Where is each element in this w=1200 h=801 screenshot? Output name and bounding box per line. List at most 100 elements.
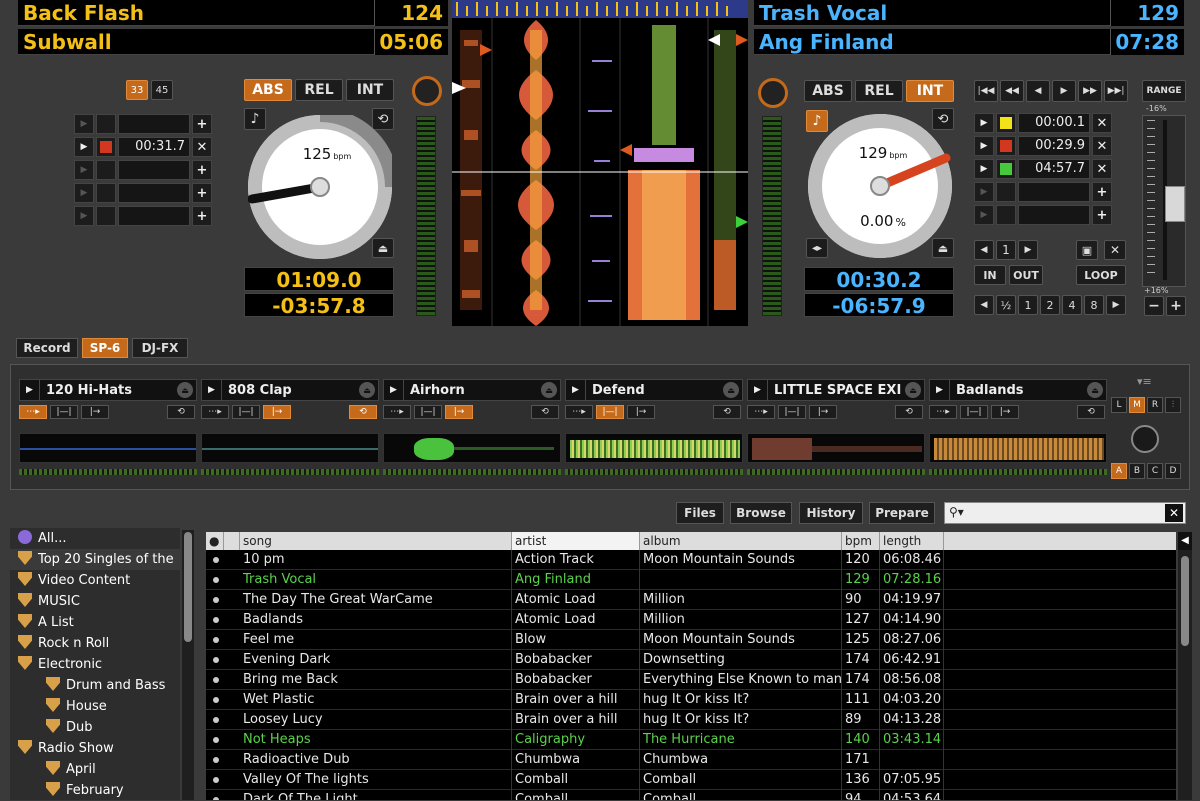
cue-play-button[interactable]: ▶ [974,136,994,156]
cue-play-button[interactable]: ▶ [74,160,94,180]
cue-add-button[interactable]: + [192,114,212,134]
play-icon[interactable]: ▶ [748,380,768,400]
loop-icon[interactable]: ⟲ [1077,405,1105,419]
cue-add-button[interactable]: + [192,206,212,226]
bank-b-button[interactable]: B [1129,463,1145,479]
fast-forward-icon[interactable]: ▶▶ [1078,80,1102,102]
cue-play-button[interactable]: ▶ [74,206,94,226]
column-header[interactable]: length [880,532,944,550]
sampler-output-icon[interactable]: ⫶ [1165,397,1181,413]
cue-delete-button[interactable]: ✕ [192,137,212,157]
cue-add-button[interactable]: + [192,183,212,203]
sampler-volume-knob[interactable] [1131,425,1159,453]
pitch-slider-handle[interactable] [1165,186,1185,222]
search-box[interactable]: ⚲▾ ✕ [944,502,1186,524]
one-shot-icon[interactable]: |→ [991,405,1019,419]
cue-play-button[interactable]: ▶ [974,159,994,179]
loop-icon[interactable]: ⟲ [531,405,559,419]
right-abs-button[interactable]: ABS [804,80,852,102]
cue-add-button[interactable]: + [192,160,212,180]
cue-play-button[interactable]: ▶ [974,205,994,225]
beat-1-button[interactable]: 1 [1018,295,1038,315]
center-waveform-display[interactable] [452,0,748,326]
table-row[interactable]: Valley Of The lights Comball Comball 136 07:… [206,770,1176,790]
column-header[interactable]: artist [512,532,640,550]
tree-item[interactable]: Radio Show [10,738,180,759]
column-header[interactable]: bpm [842,532,880,550]
eject-icon[interactable]: ⏏ [359,382,375,398]
right-nudge-button[interactable]: ◂▸ [806,238,828,258]
beat-2-button[interactable]: 2 [1040,295,1060,315]
one-shot-icon[interactable]: |→ [81,405,109,419]
beat-4-button[interactable]: 4 [1062,295,1082,315]
cue-play-button[interactable]: ▶ [74,183,94,203]
one-shot-icon[interactable]: |→ [445,405,473,419]
column-header[interactable] [224,532,240,550]
back-icon[interactable]: ◀ [1026,80,1050,102]
pitch-plus-button[interactable]: + [1166,296,1186,316]
tree-item[interactable]: Dub [10,717,180,738]
sampler-menu-icon[interactable]: ▾≡ [1137,375,1152,388]
tab-sp6[interactable]: SP-6 [82,338,128,358]
eject-icon[interactable]: ⏏ [1087,382,1103,398]
right-rel-button[interactable]: REL [855,80,903,102]
one-shot-icon[interactable]: |→ [627,405,655,419]
tree-item[interactable]: Top 20 Singles of the [10,549,180,570]
cue-play-button[interactable]: ▶ [74,137,94,157]
tree-item[interactable]: Drum and Bass [10,675,180,696]
browse-button[interactable]: Browse [730,502,792,524]
cue-delete-button[interactable]: ✕ [1092,113,1112,133]
right-int-button[interactable]: INT [906,80,954,102]
column-header[interactable]: ● [206,532,224,550]
table-row[interactable]: Feel me Blow Moon Mountain Sounds 125 08:27.… [206,630,1176,650]
tree-scrollbar[interactable] [182,530,194,800]
table-row[interactable]: Bring me Back Bobabacker Everything Else K… [206,670,1176,690]
tree-item[interactable]: February [10,780,180,801]
pitch-minus-button[interactable]: − [1144,296,1164,316]
cue-add-button[interactable]: + [1092,205,1112,225]
skip-back-icon[interactable]: |◀◀ [974,80,998,102]
pitch-slider[interactable] [1142,115,1186,287]
clear-search-icon[interactable]: ✕ [1165,504,1183,522]
eject-icon[interactable]: ⏏ [905,382,921,398]
hold-mode-icon[interactable]: |—| [596,405,624,419]
sampler-slot-6-header[interactable]: ▶ Badlands ⏏ [929,379,1107,401]
sampler-slot-3-header[interactable]: ▶ Airhorn ⏏ [383,379,561,401]
sampler-slot-2-header[interactable]: ▶ 808 Clap ⏏ [201,379,379,401]
loop-icon[interactable]: ⟲ [713,405,741,419]
prepare-button[interactable]: Prepare [869,502,935,524]
pitch-range-button[interactable]: RANGE [1142,80,1186,102]
table-row[interactable]: 10 pm Action Track Moon Mountain Sounds 120… [206,550,1176,570]
speed-33-button[interactable]: 33 [126,80,148,100]
cue-add-button[interactable]: + [1092,182,1112,202]
bank-c-button[interactable]: C [1147,463,1163,479]
table-row[interactable]: Evening Dark Bobabacker Downsetting 174 06:4… [206,650,1176,670]
play-icon[interactable]: ▶ [566,380,586,400]
bank-a-button[interactable]: A [1111,463,1127,479]
delete-loop-button[interactable]: ✕ [1104,240,1126,260]
hold-mode-icon[interactable]: |—| [960,405,988,419]
trigger-mode-icon[interactable]: ⋯▸ [19,405,47,419]
loop-out-button[interactable]: OUT [1009,265,1043,285]
column-header[interactable]: song [240,532,512,550]
beat-prev-button[interactable]: ◀ [974,295,994,315]
tree-item[interactable]: All... [10,528,180,549]
hold-mode-icon[interactable]: |—| [414,405,442,419]
hold-mode-icon[interactable]: |—| [778,405,806,419]
beat-half-button[interactable]: ½ [996,295,1016,315]
tree-item[interactable]: A List [10,612,180,633]
left-abs-button[interactable]: ABS [244,79,292,101]
play-icon[interactable]: ▶ [384,380,404,400]
eject-icon[interactable]: ⏏ [177,382,193,398]
trigger-mode-icon[interactable]: ⋯▸ [565,405,593,419]
bank-d-button[interactable]: D [1165,463,1181,479]
table-row[interactable]: Not Heaps Caligraphy The Hurricane 140 03:43… [206,730,1176,750]
right-pitch-knob[interactable] [758,78,788,108]
one-shot-icon[interactable]: |→ [263,405,291,419]
left-int-button[interactable]: INT [346,79,394,101]
left-eject-button[interactable]: ⏏ [372,238,394,258]
search-input[interactable] [975,504,1163,522]
left-rel-button[interactable]: REL [295,79,343,101]
column-header[interactable]: album [640,532,842,550]
play-icon[interactable]: ▶ [20,380,40,400]
